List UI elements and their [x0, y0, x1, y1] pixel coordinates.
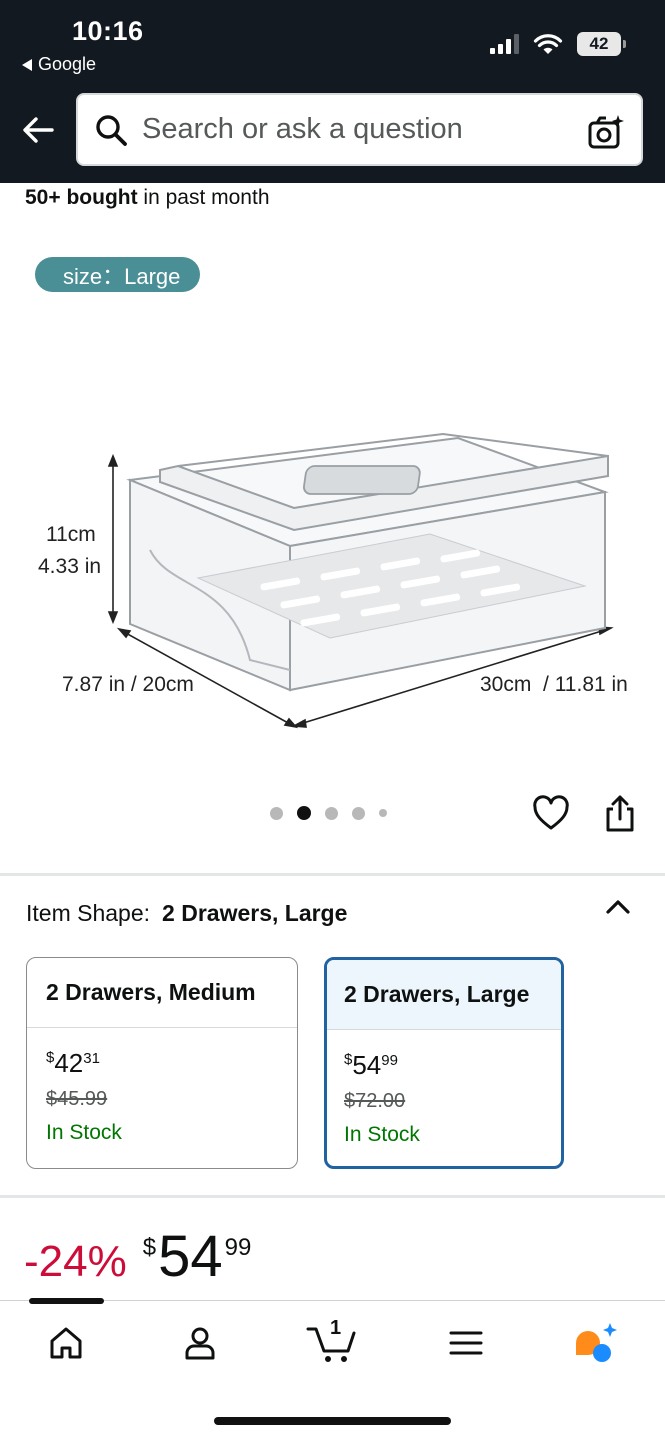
- option-title: 2 Drawers, Large: [327, 960, 561, 1030]
- option-title: 2 Drawers, Medium: [27, 958, 297, 1028]
- price-fraction: 99: [224, 1234, 252, 1261]
- back-app-label: Google: [38, 54, 97, 74]
- shape-option-medium[interactable]: 2 Drawers, Medium $4231 $45.99 In Stock: [26, 957, 298, 1169]
- item-shape-label: Item Shape: 2 Drawers, Large: [26, 900, 347, 927]
- carousel-dot[interactable]: [325, 806, 338, 820]
- active-tab-indicator: [29, 1298, 104, 1304]
- depth-label: 7.87 in / 20cm: [62, 673, 194, 696]
- height-cm-label: 11cm: [46, 523, 96, 546]
- shape-option-large[interactable]: 2 Drawers, Large $5499 $72.00 In Stock: [324, 957, 564, 1169]
- option-price: $4231: [46, 1050, 297, 1076]
- option-price-whole: 54: [352, 1050, 382, 1080]
- bought-count: 50+ bought: [25, 186, 138, 209]
- option-price-whole: 42: [54, 1048, 84, 1078]
- bought-suffix: in past month: [137, 186, 270, 209]
- search-bar[interactable]: [76, 93, 643, 166]
- menu-icon[interactable]: [446, 1323, 486, 1363]
- carousel-dot[interactable]: [352, 806, 365, 820]
- search-icon: [96, 114, 127, 146]
- product-image-drawer-organizer: [107, 432, 614, 729]
- product-image-carousel[interactable]: size：Large 11cm 4.33 in 7.87 in / 20cm 3…: [0, 230, 665, 790]
- price-block: -24% $ 54 99: [24, 1228, 251, 1286]
- height-in-label: 4.33 in: [38, 555, 102, 578]
- option-stock-status: In Stock: [344, 1123, 420, 1146]
- price-whole: 54: [158, 1224, 223, 1289]
- item-shape-title: Item Shape:: [26, 900, 151, 926]
- item-shape-selected: 2 Drawers, Large: [162, 900, 348, 926]
- home-indicator-bar: [214, 1417, 451, 1425]
- cellular-signal-icon: [490, 34, 519, 54]
- option-list-price: $45.99: [46, 1088, 108, 1110]
- search-input[interactable]: [142, 113, 562, 146]
- wishlist-heart-icon[interactable]: [532, 795, 570, 831]
- chevron-up-icon[interactable]: [604, 896, 632, 918]
- option-price-fraction: 31: [83, 1050, 100, 1067]
- option-price: $5499: [344, 1052, 561, 1078]
- option-list-price: $72.00: [344, 1090, 406, 1112]
- cart-count: 1: [330, 1317, 342, 1339]
- account-icon[interactable]: [180, 1323, 220, 1363]
- width-label: 30cm / 11.81 in: [480, 673, 628, 696]
- carousel-dot[interactable]: [379, 809, 387, 817]
- cart-button[interactable]: 1: [304, 1315, 360, 1365]
- app-header: 10:16 Google 42: [0, 0, 665, 183]
- current-price: $ 54 99: [143, 1228, 252, 1286]
- image-carousel-dots: [270, 806, 387, 820]
- back-arrow-icon[interactable]: [20, 112, 56, 148]
- option-price-fraction: 99: [381, 1052, 398, 1069]
- bought-in-past-month: 50+ bought in past month: [25, 186, 270, 210]
- discount-percent: -24%: [24, 1237, 127, 1286]
- carousel-dot[interactable]: [270, 806, 283, 820]
- camera-search-icon[interactable]: [587, 113, 625, 151]
- status-time: 10:16: [72, 16, 144, 46]
- share-icon[interactable]: [603, 793, 637, 833]
- home-icon[interactable]: [46, 1323, 86, 1363]
- carousel-dot-active[interactable]: [297, 806, 311, 820]
- battery-indicator: 42: [577, 32, 626, 56]
- bottom-navigation: 1: [0, 1298, 665, 1440]
- back-triangle-icon: [22, 58, 32, 71]
- price-symbol: $: [142, 1234, 157, 1261]
- section-divider: [0, 873, 665, 876]
- rufus-assistant-icon[interactable]: [572, 1321, 620, 1365]
- option-stock-status: In Stock: [46, 1121, 122, 1144]
- back-to-google-link[interactable]: Google: [22, 54, 96, 75]
- section-divider: [0, 1195, 665, 1198]
- status-icons: 42: [490, 32, 626, 56]
- wifi-icon: [533, 34, 563, 54]
